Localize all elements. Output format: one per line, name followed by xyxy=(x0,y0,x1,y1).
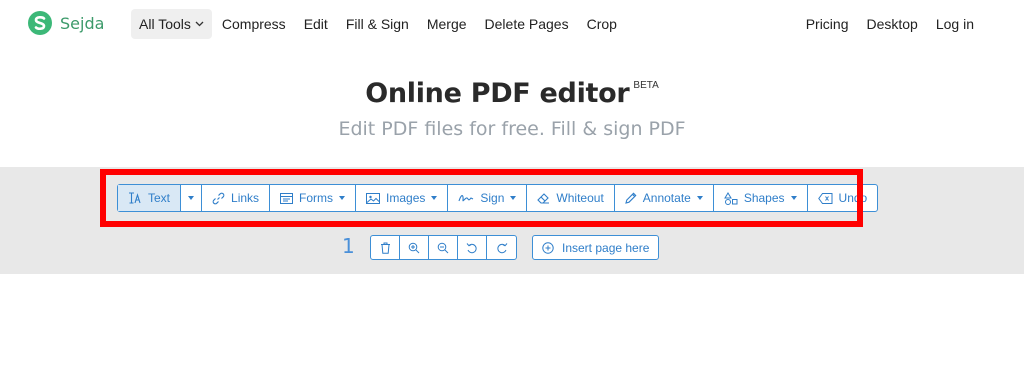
images-tool-label: Images xyxy=(386,191,426,205)
brand[interactable]: Sejda xyxy=(28,11,104,35)
sejda-logo-icon xyxy=(28,11,52,35)
caret-down-icon xyxy=(431,196,438,200)
editor-toolbar: Text Links Forms Images Sign Whiteout An… xyxy=(117,184,879,212)
page-title: Online PDF editor xyxy=(365,78,630,109)
form-icon xyxy=(280,192,294,204)
text-tool-label: Text xyxy=(148,191,171,205)
images-tool-button[interactable]: Images xyxy=(356,185,449,211)
nav-link-crop[interactable]: Crop xyxy=(587,9,617,39)
insert-page-button[interactable]: Insert page here xyxy=(532,235,660,260)
delete-page-button[interactable] xyxy=(371,236,400,259)
whiteout-tool-button[interactable]: Whiteout xyxy=(527,185,615,211)
backspace-icon xyxy=(817,192,833,204)
beta-badge: BETA xyxy=(633,80,659,91)
nav-left: All Tools Compress Edit Fill & Sign Merg… xyxy=(131,9,635,39)
caret-down-icon xyxy=(188,196,195,200)
zoom-in-button[interactable] xyxy=(400,236,429,259)
caret-down-icon xyxy=(339,196,346,200)
shapes-tool-button[interactable]: Shapes xyxy=(714,185,808,211)
image-icon xyxy=(366,192,381,204)
caret-down-icon xyxy=(696,196,703,200)
forms-tool-label: Forms xyxy=(299,191,334,205)
annotate-tool-label: Annotate xyxy=(642,191,691,205)
shapes-tool-label: Shapes xyxy=(743,191,785,205)
sign-tool-button[interactable]: Sign xyxy=(448,185,528,211)
brand-name: Sejda xyxy=(60,13,105,33)
nav-link-compress[interactable]: Compress xyxy=(222,9,286,39)
nav-link-fill-sign[interactable]: Fill & Sign xyxy=(346,9,409,39)
page-action-buttons xyxy=(370,235,517,260)
caret-down-icon xyxy=(790,196,797,200)
text-cursor-icon xyxy=(129,192,141,204)
undo-button[interactable]: Undo xyxy=(808,185,878,211)
links-tool-label: Links xyxy=(231,191,260,205)
plus-circle-icon xyxy=(542,241,554,254)
page-subtitle: Edit PDF files for free. Fill & sign PDF xyxy=(338,118,686,140)
all-tools-label: All Tools xyxy=(139,16,191,32)
zoom-out-icon xyxy=(437,242,449,253)
eraser-icon xyxy=(537,193,550,204)
nav-link-edit[interactable]: Edit xyxy=(304,9,328,39)
text-options-dropdown-button[interactable] xyxy=(181,185,203,211)
forms-tool-button[interactable]: Forms xyxy=(270,185,357,211)
top-navigation: Sejda All Tools Compress Edit Fill & Sig… xyxy=(0,0,1024,48)
rotate-right-icon xyxy=(496,242,507,253)
nav-link-login[interactable]: Log in xyxy=(936,9,974,39)
caret-down-icon xyxy=(510,196,517,200)
zoom-out-button[interactable] xyxy=(429,236,458,259)
links-tool-button[interactable]: Links xyxy=(202,185,271,211)
signature-icon xyxy=(458,194,474,201)
insert-page-label: Insert page here xyxy=(562,240,650,255)
pencil-icon xyxy=(625,192,637,204)
sign-tool-label: Sign xyxy=(480,191,505,205)
rotate-left-button[interactable] xyxy=(458,236,487,259)
nav-link-pricing[interactable]: Pricing xyxy=(806,9,849,39)
shapes-icon xyxy=(723,191,738,205)
link-icon xyxy=(212,192,225,204)
nav-link-delete-pages[interactable]: Delete Pages xyxy=(485,9,569,39)
all-tools-dropdown[interactable]: All Tools xyxy=(131,9,212,39)
zoom-in-icon xyxy=(408,242,420,253)
nav-link-desktop[interactable]: Desktop xyxy=(866,9,917,39)
trash-icon xyxy=(380,242,390,254)
rotate-left-icon xyxy=(466,242,477,253)
page-number: 1 xyxy=(342,234,355,258)
nav-right: Pricing Desktop Log in xyxy=(788,9,974,39)
whiteout-tool-label: Whiteout xyxy=(556,191,604,205)
rotate-right-button[interactable] xyxy=(487,236,516,259)
page-heading: Online PDF editor BETA xyxy=(0,78,1024,109)
annotate-tool-button[interactable]: Annotate xyxy=(615,185,714,211)
undo-label: Undo xyxy=(838,191,868,205)
nav-link-merge[interactable]: Merge xyxy=(427,9,467,39)
chevron-down-icon xyxy=(195,21,204,27)
text-tool-button[interactable]: Text xyxy=(118,185,182,211)
